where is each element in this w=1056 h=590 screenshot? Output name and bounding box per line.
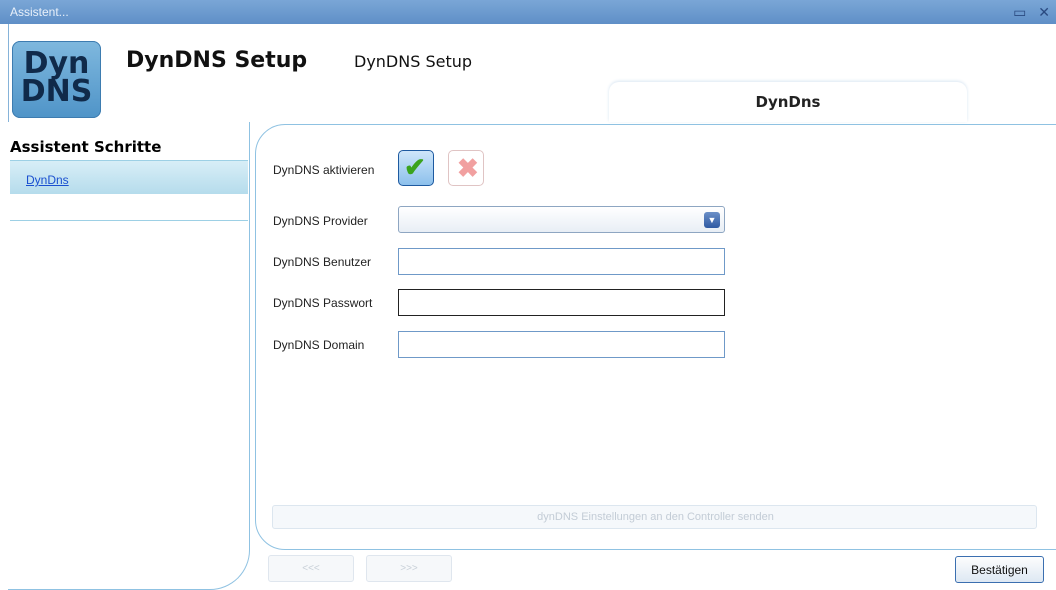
step-item-dyndns[interactable]: DynDns <box>10 160 248 194</box>
next-button[interactable]: >>> <box>366 555 452 582</box>
step-link[interactable]: DynDns <box>26 173 69 187</box>
window-title: Assistent... <box>10 5 69 19</box>
previous-label: <<< <box>302 563 320 574</box>
tab-label: DynDns <box>755 93 821 111</box>
checkmark-icon: ✔ <box>404 152 426 182</box>
window-controls[interactable]: ▭ ✕ <box>1013 4 1054 21</box>
page-subtitle: DynDNS Setup <box>354 52 473 71</box>
enable-button[interactable]: ✔ <box>398 150 434 186</box>
next-label: >>> <box>400 563 418 574</box>
activate-label: DynDNS aktivieren <box>273 163 375 177</box>
step-item-empty <box>10 194 248 221</box>
confirm-button[interactable]: Bestätigen <box>955 556 1044 583</box>
domain-label: DynDNS Domain <box>273 338 365 352</box>
previous-button[interactable]: <<< <box>268 555 354 582</box>
user-label: DynDNS Benutzer <box>273 255 372 269</box>
password-label: DynDNS Passwort <box>273 296 373 310</box>
provider-select[interactable]: ▼ <box>398 206 725 233</box>
password-input[interactable] <box>398 289 725 316</box>
disable-button[interactable]: ✖ <box>448 150 484 186</box>
tab-dyndns[interactable]: DynDns <box>609 82 967 122</box>
confirm-label: Bestätigen <box>971 563 1028 577</box>
dyndns-logo: Dyn DNS <box>12 41 101 118</box>
page-title: DynDNS Setup <box>126 48 308 73</box>
chevron-down-icon[interactable]: ▼ <box>704 212 720 228</box>
domain-input[interactable] <box>398 331 725 358</box>
cross-icon: ✖ <box>457 153 479 183</box>
logo-text-line2: DNS <box>20 74 93 109</box>
user-input[interactable] <box>398 248 725 275</box>
steps-heading: Assistent Schritte <box>10 138 162 156</box>
title-bar: Assistent... ▭ ✕ <box>0 0 1056 24</box>
provider-label: DynDNS Provider <box>273 214 368 228</box>
send-settings-label: dynDNS Einstellungen an den Controller s… <box>537 511 774 523</box>
send-settings-button[interactable]: dynDNS Einstellungen an den Controller s… <box>272 505 1037 529</box>
